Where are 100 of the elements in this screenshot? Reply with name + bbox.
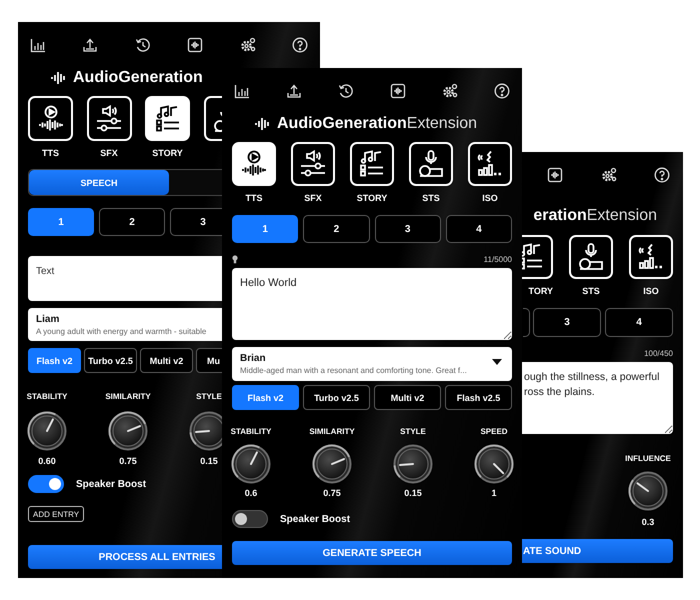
mode-tile[interactable] <box>232 142 276 186</box>
voice-name: Brian <box>240 353 266 364</box>
waveform-icon[interactable] <box>187 37 204 53</box>
add-entry-button[interactable]: ADD ENTRY <box>28 506 84 522</box>
model-button[interactable]: Flash v2.5 <box>445 385 512 410</box>
mode-tile[interactable] <box>86 96 132 141</box>
model-button[interactable]: Multi v2 <box>374 385 441 410</box>
knob[interactable] <box>628 471 668 511</box>
model-button[interactable]: Flash v2 <box>232 385 299 410</box>
music-list-icon <box>358 150 386 178</box>
tab-edge <box>523 308 530 337</box>
knob-value: 0.75 <box>119 455 137 467</box>
settings-icon[interactable] <box>600 167 616 183</box>
voice-dropdown[interactable]: Liam A young adult with energy and warmth - suitable <box>28 308 222 341</box>
voice-name: Liam <box>36 314 60 324</box>
knob[interactable] <box>393 444 433 484</box>
entry-tab[interactable]: 3 <box>533 308 601 337</box>
knob-label: INFLUENCE <box>625 453 671 465</box>
sound-bars-icon <box>637 243 665 271</box>
knob-value: 0.15 <box>404 487 422 499</box>
mode-tile[interactable] <box>522 235 553 279</box>
knob-value: 0.60 <box>38 455 56 467</box>
bar-chart-icon[interactable] <box>30 37 46 53</box>
entry-tab[interactable]: 4 <box>605 308 673 337</box>
help-icon[interactable] <box>292 37 308 53</box>
logo-waveform-icon <box>51 70 67 86</box>
model-button[interactable]: Multi v2 <box>140 348 193 373</box>
mode-tile[interactable] <box>291 142 335 186</box>
toggle-label: Speaker Boost <box>280 514 350 524</box>
knob-label: STYLE <box>400 426 426 438</box>
mode-label: TORY <box>528 285 553 297</box>
logo-waveform-icon <box>255 116 271 132</box>
mode-tile[interactable] <box>629 235 673 279</box>
upload-icon[interactable] <box>286 83 302 99</box>
mode-label: SFX <box>304 192 322 204</box>
knob-value: 0.15 <box>200 455 218 467</box>
knob-label: SIMILARITY <box>309 426 355 438</box>
voice-description: A young adult with energy and warmth - suitable <box>36 326 208 336</box>
text-area[interactable]: Hello World <box>232 268 512 340</box>
help-icon[interactable] <box>494 83 510 99</box>
toggle-switch[interactable] <box>232 510 268 528</box>
mode-label: TTS <box>246 192 262 204</box>
mode-label: ISO <box>643 285 659 297</box>
history-icon[interactable] <box>338 83 354 99</box>
knob-value: 1 <box>491 487 496 499</box>
primary-button[interactable]: GENERATE SPEECH <box>232 541 512 565</box>
history-icon[interactable] <box>134 37 151 53</box>
help-icon[interactable] <box>654 167 670 183</box>
primary-button[interactable]: PROCESS ALL ENTRIES <box>28 545 222 569</box>
voice-dropdown[interactable]: Brian Middle-aged man with a resonant and comforting tone. Great f... <box>232 347 512 381</box>
knob-label: STABILITY <box>26 391 68 403</box>
knob[interactable] <box>27 411 67 451</box>
mode-tile[interactable] <box>145 96 190 141</box>
knob[interactable] <box>312 444 352 484</box>
toggle-label: Speaker Boost <box>76 478 146 490</box>
speaker-sliders-icon <box>95 104 123 132</box>
knob[interactable] <box>231 444 271 484</box>
knob-label: SPEED <box>480 426 508 438</box>
knob[interactable] <box>474 444 514 484</box>
knob[interactable] <box>108 411 148 451</box>
entry-tab[interactable]: 2 <box>99 208 165 236</box>
mode-label: STORY <box>152 147 183 159</box>
mode-tile[interactable] <box>468 142 512 186</box>
settings-icon[interactable] <box>240 37 256 53</box>
knob-value: 0.6 <box>244 487 258 499</box>
waveform-icon[interactable] <box>547 167 563 183</box>
mode-tile[interactable] <box>409 142 453 186</box>
segment-button[interactable]: SPEECH <box>29 170 169 195</box>
bar-chart-icon[interactable] <box>234 83 250 99</box>
model-button[interactable]: Flash v2 <box>28 348 81 373</box>
waveform-icon[interactable] <box>390 83 406 99</box>
model-button[interactable]: Mu <box>196 348 222 373</box>
mode-label: STS <box>422 192 440 204</box>
mode-tile[interactable] <box>350 142 394 186</box>
knob-label: STABILITY <box>230 426 272 438</box>
mode-label: STORY <box>356 192 388 204</box>
entry-tab[interactable]: 3 <box>374 215 441 243</box>
text-input[interactable]: Text <box>28 256 222 301</box>
model-button[interactable]: Turbo v2.5 <box>84 348 137 373</box>
settings-icon[interactable] <box>442 83 458 99</box>
text-area[interactable]: ough the stillness, a powerful ross the plains. <box>522 362 673 434</box>
mode-tile[interactable] <box>569 235 613 279</box>
app-title: erationExtension <box>533 207 657 225</box>
toggle-switch[interactable] <box>28 475 64 493</box>
entry-tab[interactable]: 4 <box>446 215 512 243</box>
music-list-icon <box>154 104 182 132</box>
voice-description: Middle-aged man with a resonant and comforting tone. Great f... <box>240 366 468 375</box>
mode-label: SFX <box>100 147 118 159</box>
caret-icon <box>492 359 502 365</box>
upload-icon[interactable] <box>82 37 98 53</box>
knob-value: 0.3 <box>642 516 654 528</box>
entry-tab[interactable]: 2 <box>303 215 370 243</box>
entry-tab[interactable]: 1 <box>232 215 298 243</box>
primary-button[interactable]: ATE SOUND <box>522 539 673 563</box>
entry-tab[interactable]: 1 <box>28 208 94 236</box>
mode-tile[interactable] <box>28 96 73 141</box>
model-button[interactable]: Turbo v2.5 <box>303 385 370 410</box>
play-waveform-icon <box>240 150 268 178</box>
entry-tab[interactable]: 3 <box>170 208 222 236</box>
play-waveform-icon <box>36 104 64 132</box>
